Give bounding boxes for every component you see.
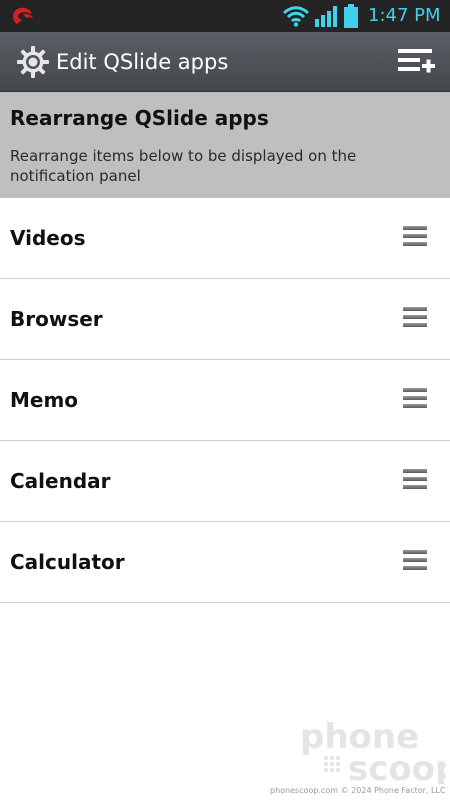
list-item-videos[interactable]: Videos bbox=[0, 198, 450, 279]
wifi-icon bbox=[282, 6, 310, 27]
phonescoop-watermark-logo: phone scoop bbox=[300, 717, 446, 784]
list-item-label: Browser bbox=[10, 307, 103, 331]
settings-icon[interactable] bbox=[16, 45, 50, 79]
list-item-calculator[interactable]: Calculator bbox=[0, 522, 450, 603]
drag-handle-icon[interactable] bbox=[403, 307, 427, 331]
section-description: Rearrange items below to be displayed on… bbox=[10, 147, 357, 185]
qslide-app-list: Videos Browser Memo Calendar Calculator bbox=[0, 198, 450, 603]
page-title: Edit QSlide apps bbox=[56, 50, 229, 74]
list-item-memo[interactable]: Memo bbox=[0, 360, 450, 441]
section-title: Rearrange QSlide apps bbox=[10, 106, 269, 130]
list-item-label: Memo bbox=[10, 388, 79, 412]
list-item-calendar[interactable]: Calendar bbox=[0, 441, 450, 522]
drag-handle-icon[interactable] bbox=[403, 550, 427, 574]
action-bar: Edit QSlide apps bbox=[0, 32, 450, 92]
carrier-icon bbox=[13, 7, 33, 24]
status-clock: 1:47 PM bbox=[368, 5, 441, 26]
add-list-icon[interactable] bbox=[396, 46, 436, 78]
section-header: Rearrange QSlide apps Rearrange items be… bbox=[0, 92, 450, 198]
svg-text:scoop: scoop bbox=[348, 749, 446, 784]
status-bar: 1:47 PM bbox=[0, 0, 450, 32]
list-item-label: Calendar bbox=[10, 469, 111, 493]
list-item-browser[interactable]: Browser bbox=[0, 279, 450, 360]
watermark-credit: phonescoop.com © 2024 Phone Factor, LLC bbox=[270, 786, 446, 795]
drag-handle-icon[interactable] bbox=[403, 469, 427, 493]
drag-handle-icon[interactable] bbox=[403, 388, 427, 412]
list-item-label: Videos bbox=[10, 226, 86, 250]
signal-icon bbox=[315, 6, 337, 27]
battery-icon bbox=[344, 4, 358, 28]
drag-handle-icon[interactable] bbox=[403, 226, 427, 250]
list-item-label: Calculator bbox=[10, 550, 125, 574]
